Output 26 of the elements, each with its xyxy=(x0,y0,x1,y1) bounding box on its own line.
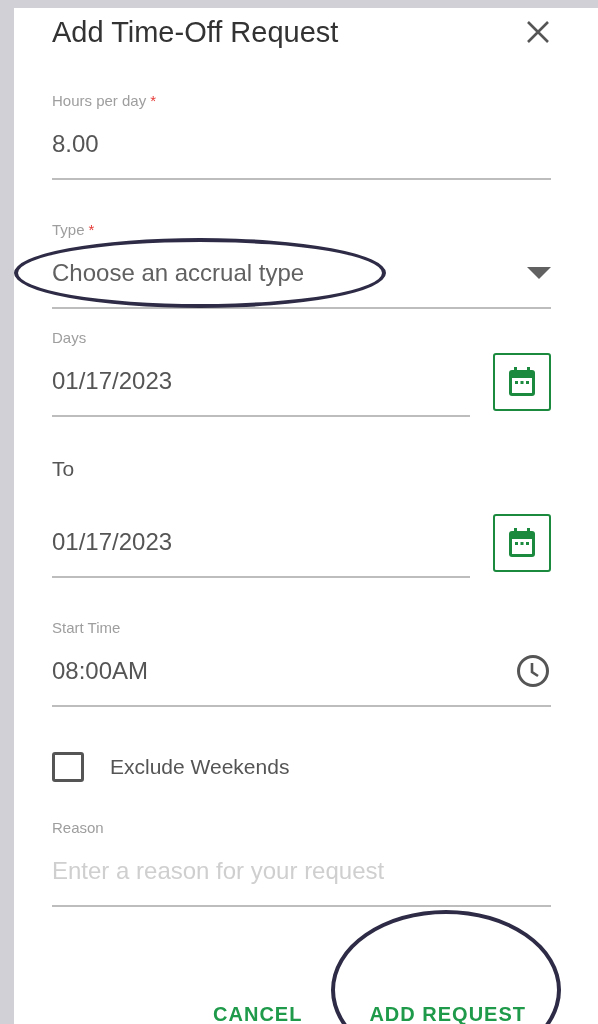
cancel-button[interactable]: CANCEL xyxy=(201,992,315,1024)
required-mark: * xyxy=(88,221,95,239)
calendar-button[interactable] xyxy=(493,353,551,411)
field-label: Type xyxy=(52,221,85,239)
field-label: Hours per day xyxy=(52,92,147,110)
input-field[interactable]: 01/17/2023 xyxy=(52,508,470,578)
dropdown-field[interactable]: Choose an accrual type xyxy=(52,239,551,309)
field-label: To xyxy=(52,458,76,482)
field-label: Reason xyxy=(52,819,104,837)
calendar-button[interactable] xyxy=(493,514,551,572)
input-field[interactable]: 08:00AM xyxy=(52,637,551,707)
dialog-title: Add Time-Off Request xyxy=(52,15,339,50)
input-field[interactable]: 8.00 xyxy=(52,110,551,180)
calendar-icon xyxy=(508,528,536,558)
field-label: Days xyxy=(52,329,87,347)
input-field[interactable]: 01/17/2023 xyxy=(52,347,470,417)
checkbox-label: Exclude Weekends xyxy=(110,754,290,781)
clock-icon xyxy=(516,654,550,688)
dropdown-caret-icon xyxy=(527,267,551,279)
checkbox[interactable] xyxy=(52,752,84,782)
required-mark: * xyxy=(150,92,157,110)
close-icon xyxy=(526,20,550,44)
close-button[interactable] xyxy=(525,19,551,45)
add-request-button[interactable]: ADD REQUEST xyxy=(357,992,538,1024)
calendar-icon xyxy=(508,367,536,397)
field-label: Start Time xyxy=(52,619,121,637)
